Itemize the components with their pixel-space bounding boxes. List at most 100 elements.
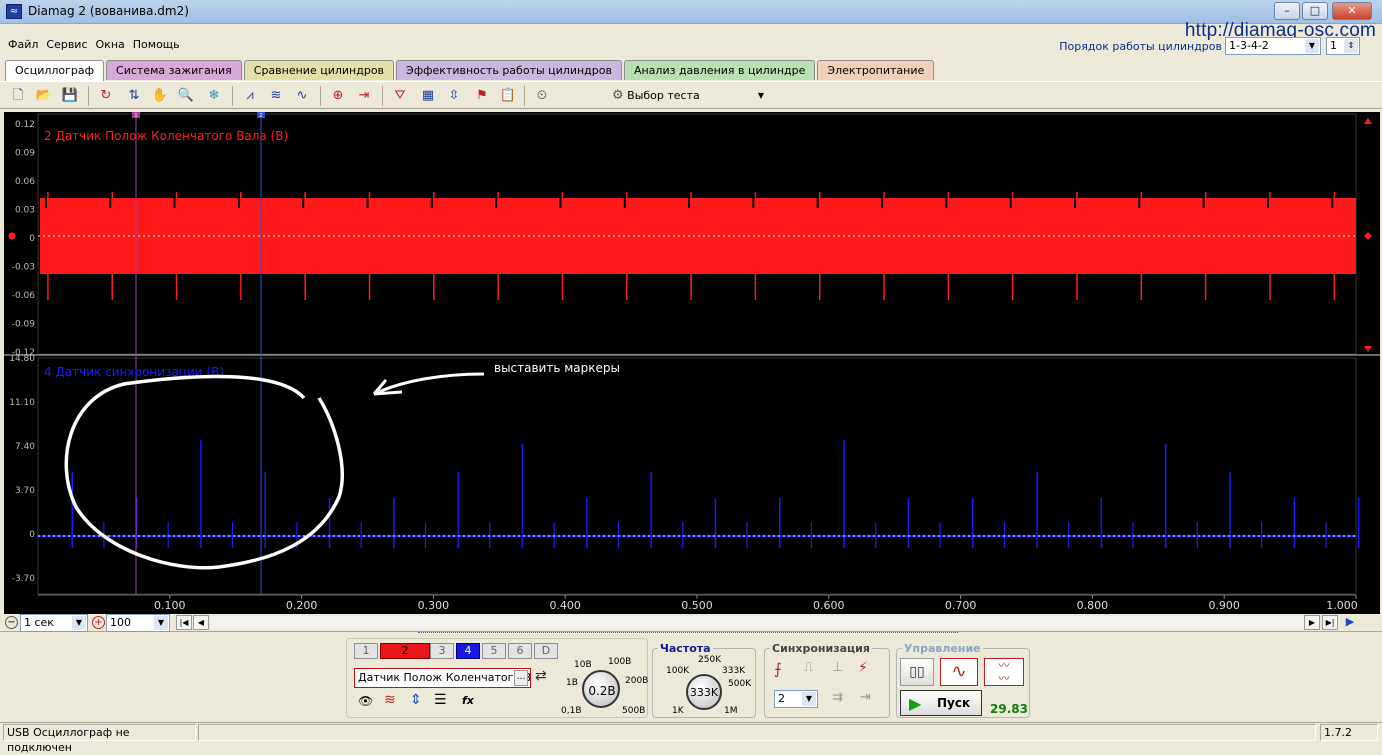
split-icon[interactable]: ⇳ [444,86,464,106]
lines-icon[interactable]: ☰ [434,692,447,708]
test-select[interactable]: ⚙ Выбор теста ▼ [612,86,772,106]
firing-order-select[interactable]: 1-3-4-2 ▼ [1225,37,1321,55]
pulse-up-icon[interactable]: ⎍ [804,660,813,675]
next-page-button[interactable]: ▶ [1304,615,1320,630]
ch2-tick-label: 0 [29,234,35,244]
tab-3[interactable]: Сравнение цилиндров [243,60,395,80]
channel-2-waveform [40,190,1356,300]
svg-text:2: 2 [259,113,262,119]
start-button[interactable]: ▶ Пуск [900,690,982,716]
tab-1[interactable]: Осциллограф [5,60,105,81]
zoom-icon[interactable]: 🔍 [176,86,196,106]
tab-2[interactable]: Система зажигания [106,60,242,80]
sensor-select-value: Датчик Полож Коленчатого Ва [358,671,531,684]
multi-wave-button[interactable]: 〰〰 [984,658,1024,686]
eye-icon[interactable]: 👁 [358,694,373,708]
sync-collapse-icon[interactable]: ⇥ [860,690,871,705]
toolbar-separator [232,86,233,106]
ch2-tick-label: 0.09 [15,149,35,159]
save-icon[interactable]: 💾 [60,86,80,106]
filter-icon[interactable]: ❄ [204,86,224,106]
x-tick-label: 0.900 [1208,599,1240,612]
open-icon[interactable]: 📂 [34,86,54,106]
annotation-circle [64,374,344,570]
zoom-select[interactable]: 100 ▼ [106,614,170,632]
tab-5[interactable]: Анализ давления в цилиндре [623,60,816,80]
start-label: Пуск [937,696,971,710]
flag-icon[interactable]: ⚑ [472,86,492,106]
loop-icon[interactable]: ↻ [96,86,116,106]
sync-level-icon[interactable]: ⇉ [832,690,843,705]
volt-label-100: 100В [608,657,632,667]
channel-6-button[interactable]: 6 [508,643,532,659]
more-icon[interactable]: … [514,670,528,686]
rising-edge-icon[interactable]: ⨍ [774,660,782,678]
cylinder-select[interactable]: 1 ⇕ [1326,37,1360,55]
channel-2-button[interactable]: 2 [380,643,430,659]
play-icon[interactable]: ▶ [1342,615,1358,630]
new-icon[interactable]: 🗋 [8,86,28,106]
swap-icon[interactable]: ⇄ [535,668,547,684]
zoom-out-icon[interactable]: − [5,616,18,629]
marker-2-handle[interactable]: 2 [257,112,265,119]
ch2-axis: 0.120.090.060.030-0.03-0.06-0.09-0.12 [12,120,36,358]
time-axis: 0.100 0.200 0.300 0.400 0.500 0.600 0.700 0.800… [154,595,1358,612]
tab-6[interactable]: Электропитание [817,60,935,80]
sensor-select[interactable]: Датчик Полож Коленчатого Ва … [354,668,531,688]
menu-windows[interactable]: Окна [96,38,125,51]
horizontal-scrollbar[interactable] [210,616,1304,629]
freq-label-100k: 100K [666,666,690,676]
pulse-down-icon[interactable]: ⊥ [832,660,843,675]
oscilloscope-display[interactable]: 1 2 0.12 0.09 0.06 0.03 0 -0.03 -0.06 -0.09 -0.1… [4,112,1380,616]
test-icon: ⚙ [612,88,624,103]
prev-page-button[interactable]: ◀ [193,615,209,630]
channel-d-button[interactable]: D [534,643,558,659]
signal-b-icon[interactable]: ≋ [266,86,286,106]
maximize-button[interactable]: □ [1302,2,1328,20]
close-button[interactable]: ✕ [1332,2,1372,20]
version-text: 1.7.2 [1320,724,1378,741]
marker-icon[interactable]: ⛛ [390,86,410,106]
last-page-button[interactable]: ▶| [1322,615,1338,630]
tab-4[interactable]: Эффективность работы цилиндров [396,60,622,80]
panel-splitter[interactable] [418,632,958,636]
function-icon[interactable]: fx [462,694,474,707]
channel-3-button[interactable]: 3 [430,643,454,659]
marker-1-handle[interactable]: 1 [132,112,140,119]
channel-1-button[interactable]: 1 [354,643,378,659]
sync-channel-value: 2 [778,692,785,705]
channel-5-button[interactable]: 5 [482,643,506,659]
scroll-up-arrow[interactable] [1364,118,1372,124]
table-icon[interactable]: ▦ [418,86,438,106]
ch4-tick-label: 14.80 [9,354,35,364]
menu-help[interactable]: Помощь [133,38,180,51]
sync-marker-icon[interactable]: ⚡ [858,660,868,676]
ch4-tick-label: -3.70 [12,574,36,584]
hand-icon[interactable]: ✋ [150,86,170,106]
vertical-move-icon[interactable]: ⇕ [410,692,422,708]
cursor-icon[interactable]: ⇅ [124,86,144,106]
menu-service[interactable]: Сервис [46,38,87,51]
first-page-button[interactable]: |◀ [176,615,192,630]
time-scale-select[interactable]: 1 сек ▼ [20,614,88,632]
minimize-button[interactable]: – [1274,2,1300,20]
scroll-down-arrow[interactable] [1364,346,1372,352]
sync-channel-select[interactable]: 2 ▼ [774,690,818,708]
single-wave-button[interactable]: ∿ [940,658,978,686]
zoom-in-icon[interactable]: + [92,616,105,629]
auto-scale-icon[interactable]: ⊕ [328,86,348,106]
signal-c-icon[interactable]: ∿ [292,86,312,106]
toolbar: 🗋 📂 💾 ↻ ⇅ ✋ 🔍 ❄ ⩘ ≋ ∿ ⊕ ⇥ ⛛ ▦ ⇳ ⚑ 📋 ⏲ ⚙ … [0,81,1382,109]
signal-a-icon[interactable]: ⩘ [240,86,260,106]
frequency-value: 333K [689,686,719,699]
zero-icon[interactable]: ⇥ [354,86,374,106]
auto-icon[interactable]: ⏲ [532,86,552,106]
wave-icon[interactable]: ≋ [384,692,396,708]
notes-icon[interactable]: 📋 [498,86,518,106]
menu-file[interactable]: Файл [8,38,38,51]
cylinder-value: 1 [1330,39,1337,52]
pause-button[interactable]: ▯▯ [900,658,934,686]
ch2-offset-handle[interactable] [8,232,16,240]
channel-4-button[interactable]: 4 [456,643,480,659]
ch2-level-handle[interactable] [1364,232,1372,240]
